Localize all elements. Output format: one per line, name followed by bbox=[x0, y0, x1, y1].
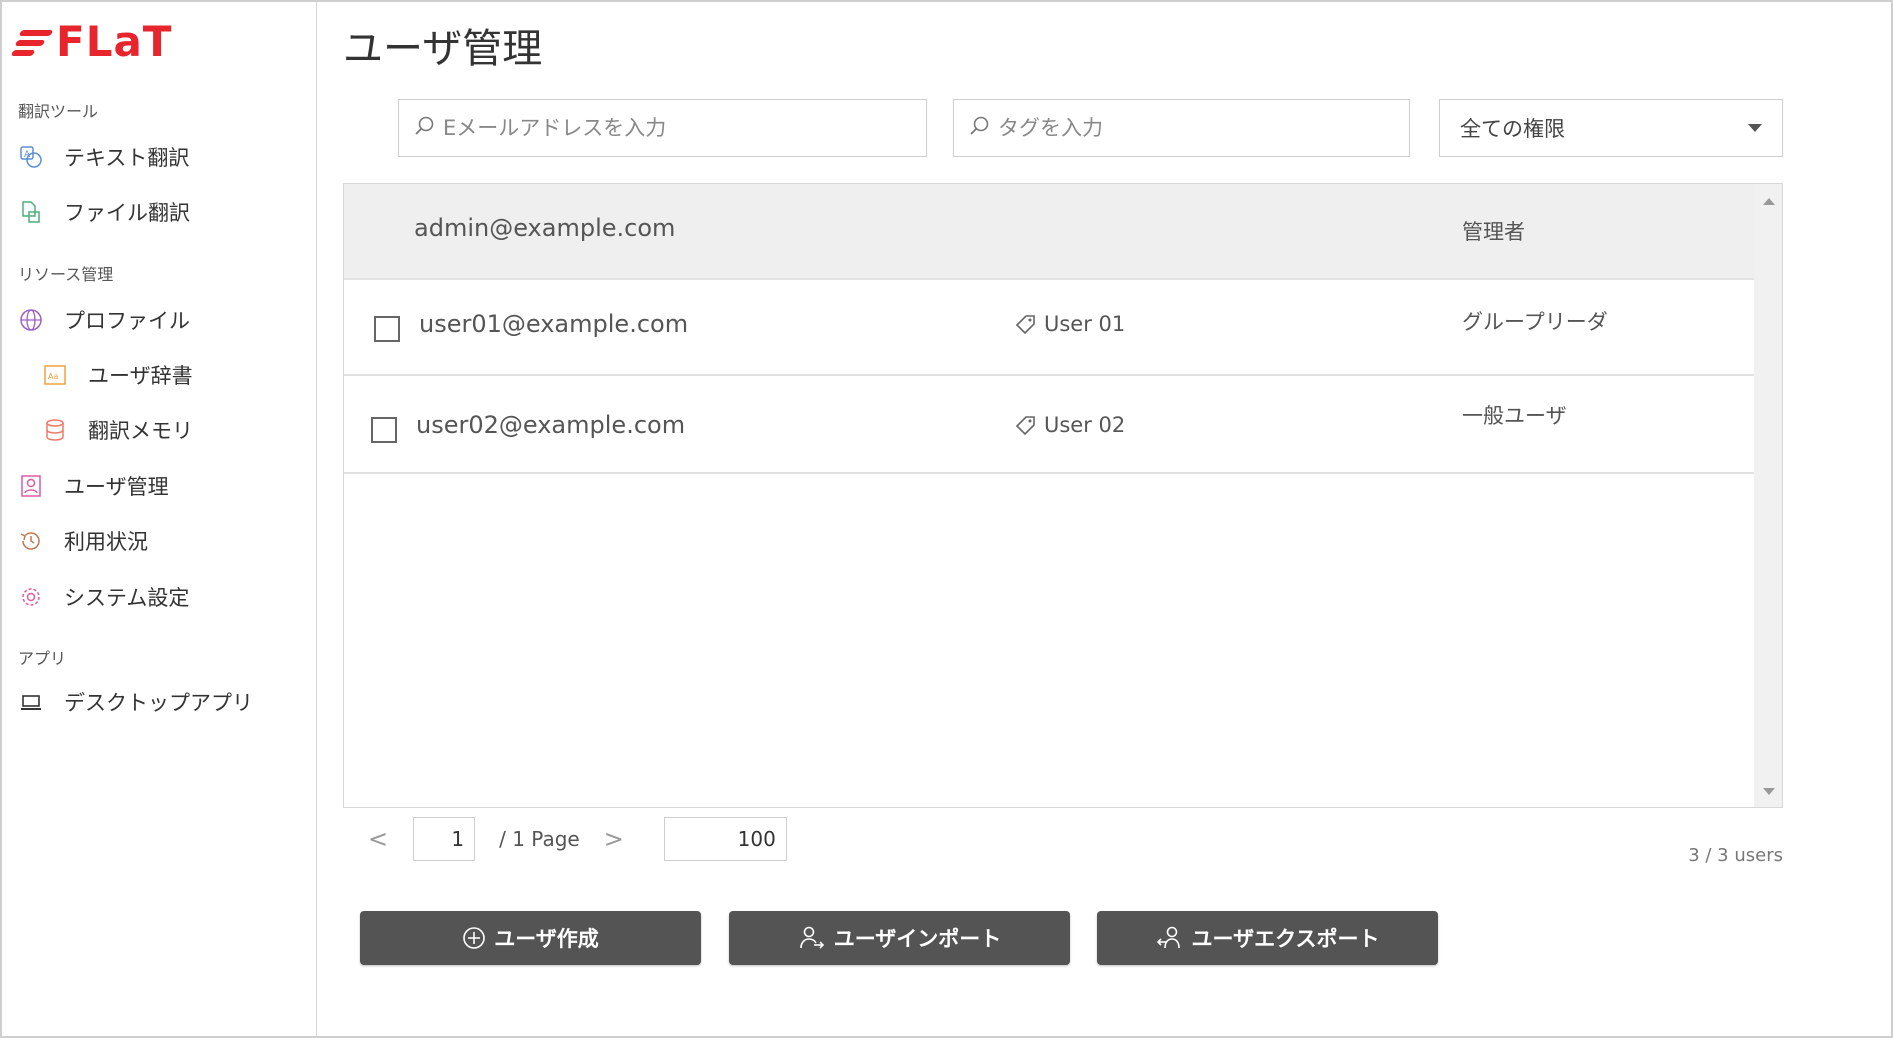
sidebar-item-file-translate[interactable]: ファイル翻訳 bbox=[18, 195, 190, 229]
table-row[interactable]: user02@example.com User 02 一般ユーザ bbox=[344, 376, 1755, 474]
row-tag-label: User 01 bbox=[1044, 312, 1126, 336]
sidebar-item-label: ユーザ管理 bbox=[64, 475, 169, 499]
import-users-button[interactable]: ユーザインポート bbox=[729, 911, 1070, 965]
brand-name: FLaT bbox=[56, 17, 173, 66]
row-tag[interactable]: User 01 bbox=[1014, 312, 1125, 336]
row-email: user02@example.com bbox=[416, 411, 686, 439]
row-checkbox[interactable] bbox=[374, 316, 400, 342]
row-email: user01@example.com bbox=[419, 310, 689, 338]
email-search-box[interactable] bbox=[398, 99, 927, 157]
section-resource-management: リソース管理 bbox=[18, 265, 114, 284]
sidebar-item-usage[interactable]: 利用状況 bbox=[18, 524, 148, 558]
sidebar-item-translation-memory[interactable]: 翻訳メモリ bbox=[42, 413, 193, 447]
sidebar-item-label: プロファイル bbox=[64, 309, 190, 333]
user-export-icon bbox=[1156, 924, 1184, 952]
row-checkbox[interactable] bbox=[371, 417, 397, 443]
export-users-label: ユーザエクスポート bbox=[1191, 927, 1380, 951]
tag-icon bbox=[1014, 413, 1038, 437]
page-title: ユーザ管理 bbox=[343, 26, 543, 72]
table-row[interactable]: user01@example.com User 01 グループリーダ bbox=[344, 280, 1755, 376]
table-row-admin[interactable]: admin@example.com 管理者 bbox=[344, 184, 1755, 280]
section-translation-tools: 翻訳ツール bbox=[18, 102, 99, 121]
export-users-button[interactable]: ユーザエクスポート bbox=[1097, 911, 1438, 965]
row-tag[interactable]: User 02 bbox=[1014, 413, 1125, 437]
gear-icon bbox=[18, 584, 44, 610]
row-role: 管理者 bbox=[1462, 220, 1525, 244]
pagination: < 1 / 1 Page > 100 bbox=[343, 817, 787, 861]
user-card-icon bbox=[18, 473, 44, 499]
file-translate-icon bbox=[18, 199, 44, 225]
tag-icon bbox=[1014, 312, 1038, 336]
laptop-icon bbox=[18, 689, 44, 715]
sidebar-item-label: デスクトップアプリ bbox=[64, 691, 253, 715]
role-filter-select[interactable]: 全ての権限 bbox=[1439, 99, 1783, 157]
dictionary-icon: Aa bbox=[42, 362, 68, 388]
plus-circle-icon bbox=[462, 926, 486, 950]
brand-logo[interactable]: FLaT bbox=[10, 17, 173, 66]
tag-search-input[interactable] bbox=[998, 116, 1409, 140]
page-number-input[interactable]: 1 bbox=[413, 817, 476, 861]
sidebar-item-label: 翻訳メモリ bbox=[88, 419, 193, 443]
page-total: / 1 Page bbox=[499, 827, 580, 851]
user-import-icon bbox=[798, 924, 826, 952]
sidebar-item-label: システム設定 bbox=[64, 586, 190, 610]
create-user-label: ユーザ作成 bbox=[494, 927, 599, 951]
search-icon bbox=[413, 115, 435, 141]
sidebar: FLaT 翻訳ツール A テキスト翻訳 ファイル翻訳 リソース管理 プロファイル… bbox=[2, 2, 317, 1036]
create-user-button[interactable]: ユーザ作成 bbox=[360, 911, 701, 965]
logo-mark-icon bbox=[10, 22, 54, 62]
table-scrollbar[interactable] bbox=[1754, 184, 1782, 807]
page-size-input[interactable]: 100 bbox=[663, 817, 787, 861]
section-apps: アプリ bbox=[18, 649, 67, 668]
sidebar-item-profile[interactable]: プロファイル bbox=[18, 303, 190, 337]
text-translate-icon: A bbox=[18, 144, 44, 170]
prev-page-button[interactable]: < bbox=[368, 825, 388, 853]
search-icon bbox=[968, 115, 990, 141]
sidebar-item-label: 利用状況 bbox=[64, 530, 148, 554]
row-email: admin@example.com bbox=[414, 214, 676, 242]
row-role: 一般ユーザ bbox=[1462, 404, 1567, 428]
sidebar-item-user-management[interactable]: ユーザ管理 bbox=[18, 469, 169, 503]
email-search-input[interactable] bbox=[443, 116, 926, 140]
sidebar-item-label: テキスト翻訳 bbox=[64, 146, 190, 170]
scroll-up-icon[interactable] bbox=[1763, 198, 1775, 205]
svg-text:Aa: Aa bbox=[48, 372, 58, 381]
globe-icon bbox=[18, 307, 44, 333]
user-table: admin@example.com 管理者 user01@example.com… bbox=[343, 183, 1783, 808]
database-icon bbox=[42, 417, 68, 443]
row-role: グループリーダ bbox=[1462, 310, 1608, 334]
row-tag-label: User 02 bbox=[1044, 413, 1126, 437]
history-icon bbox=[18, 528, 44, 554]
sidebar-item-label: ファイル翻訳 bbox=[64, 201, 190, 225]
scroll-down-icon[interactable] bbox=[1763, 788, 1775, 795]
next-page-button[interactable]: > bbox=[604, 825, 624, 853]
sidebar-item-text-translate[interactable]: A テキスト翻訳 bbox=[18, 140, 189, 174]
user-count: 3 / 3 users bbox=[1688, 845, 1783, 866]
role-filter-value: 全ての権限 bbox=[1460, 117, 1565, 141]
tag-search-box[interactable] bbox=[953, 99, 1410, 157]
chevron-down-icon bbox=[1748, 124, 1762, 132]
sidebar-item-system-settings[interactable]: システム設定 bbox=[18, 580, 189, 614]
sidebar-item-label: ユーザ辞書 bbox=[88, 364, 193, 388]
sidebar-item-user-dictionary[interactable]: Aa ユーザ辞書 bbox=[42, 358, 193, 392]
sidebar-item-desktop-app[interactable]: デスクトップアプリ bbox=[18, 685, 253, 719]
import-users-label: ユーザインポート bbox=[833, 927, 1002, 951]
